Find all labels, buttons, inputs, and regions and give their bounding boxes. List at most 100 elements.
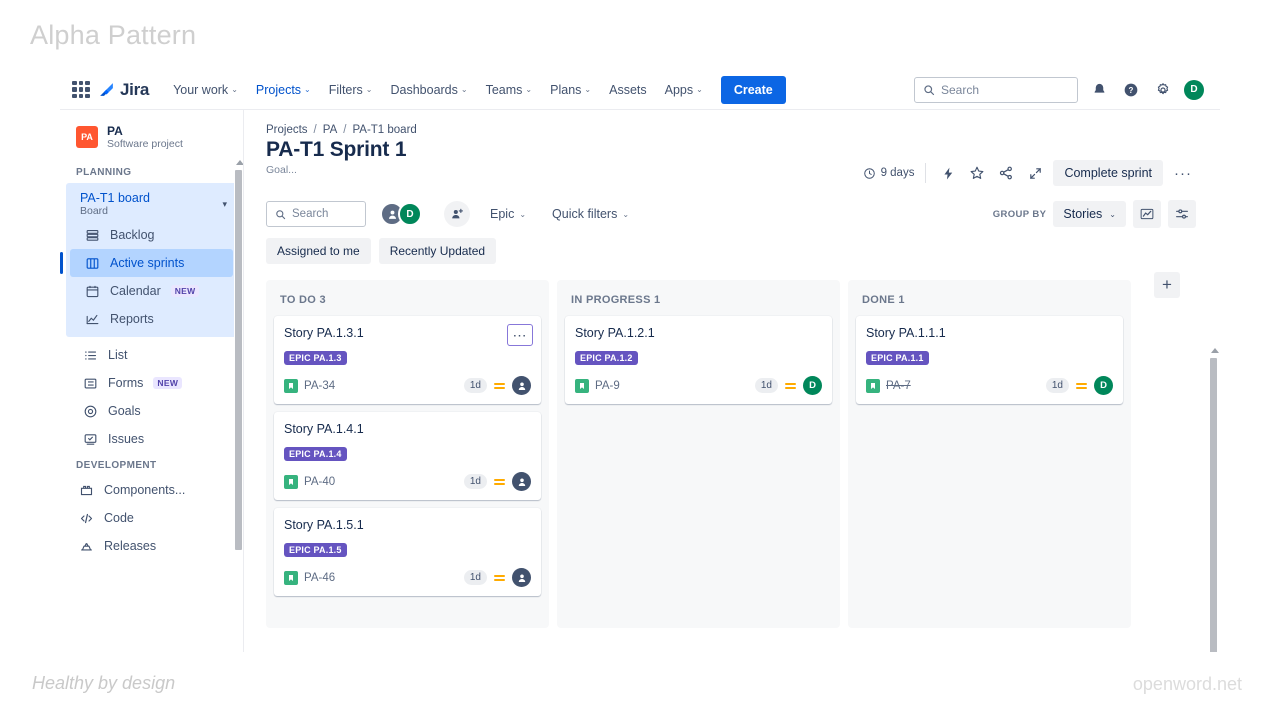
add-column-button[interactable]: +: [1154, 272, 1180, 298]
star-icon[interactable]: [966, 162, 988, 184]
global-search-input[interactable]: Search: [914, 76, 1078, 103]
board-scrollbar[interactable]: [1209, 346, 1219, 652]
chip-assigned-to-me[interactable]: Assigned to me: [266, 238, 371, 264]
sidebar-item-forms[interactable]: Forms NEW: [66, 369, 237, 397]
card-assignee-avatar[interactable]: [512, 472, 531, 491]
help-icon[interactable]: ?: [1120, 79, 1142, 101]
board-card[interactable]: Story PA.1.2.1 EPIC PA.1.2 PA-9 1d D: [565, 316, 832, 404]
sidebar-item-goals[interactable]: Goals: [66, 397, 237, 425]
notifications-icon[interactable]: [1088, 79, 1110, 101]
fullscreen-icon[interactable]: [1024, 162, 1046, 184]
card-more-actions-button[interactable]: ⋯: [507, 324, 533, 346]
board-scroll-thumb[interactable]: [1210, 358, 1217, 652]
search-icon: [276, 209, 286, 219]
board-settings-button[interactable]: [1168, 200, 1196, 228]
person-icon: [518, 478, 525, 486]
chip-recently-updated[interactable]: Recently Updated: [378, 238, 497, 264]
card-title: Story PA.1.3.1: [284, 326, 364, 340]
days-remaining-label: 9 days: [880, 167, 915, 179]
sidebar-item-issues-label: Issues: [108, 432, 145, 447]
sprint-more-actions-button[interactable]: ···: [1170, 160, 1196, 186]
chevron-down-icon: ⌄: [304, 85, 311, 94]
chevron-down-icon: ⌄: [584, 85, 592, 94]
breadcrumb-projects[interactable]: Projects: [266, 124, 308, 136]
sidebar-item-code[interactable]: Code: [64, 504, 239, 532]
sidebar-scrollbar[interactable]: [234, 158, 243, 652]
sidebar-item-issues[interactable]: Issues: [66, 425, 237, 453]
board-card[interactable]: Story PA.1.5.1 EPIC PA.1.5 PA-46 1d: [274, 508, 541, 596]
sidebar-scroll-thumb[interactable]: [235, 170, 242, 550]
board-card[interactable]: Story PA.1.4.1 EPIC PA.1.4 PA-40 1d: [274, 412, 541, 500]
scroll-up-arrow-icon[interactable]: [1210, 348, 1219, 353]
avatar-user-d[interactable]: D: [398, 202, 422, 226]
sidebar-item-list[interactable]: List: [66, 341, 237, 369]
card-issue-key[interactable]: PA-9: [595, 380, 620, 392]
card-assignee-avatar[interactable]: [512, 376, 531, 395]
automation-bolt-icon[interactable]: [937, 162, 959, 184]
sprint-header-actions: 9 days Complete sprint ···: [863, 138, 1196, 186]
board-card[interactable]: Story PA.1.3.1 EPIC PA.1.3 PA-34 1d ⋯: [274, 316, 541, 404]
scroll-up-arrow-icon[interactable]: [235, 160, 243, 165]
quick-filters-dropdown[interactable]: Quick filters ⌄: [546, 202, 635, 226]
card-assignee-avatar[interactable]: D: [1094, 376, 1113, 395]
card-meta: 1d: [463, 376, 531, 395]
sprint-goal[interactable]: Goal...: [266, 164, 406, 176]
nav-plans[interactable]: Plans ⌄: [542, 77, 599, 103]
sidebar-item-active-sprints[interactable]: Active sprints: [60, 249, 233, 278]
sidebar-item-backlog[interactable]: Backlog: [70, 221, 233, 249]
project-header[interactable]: PA PA Software project: [60, 110, 243, 160]
epic-filter-dropdown[interactable]: Epic ⌄: [484, 202, 532, 226]
days-remaining[interactable]: 9 days: [863, 167, 915, 180]
board-card[interactable]: Story PA.1.1.1 EPIC PA.1.1 PA-7 1d D: [856, 316, 1123, 404]
add-people-button[interactable]: [444, 201, 470, 227]
card-epic-badge[interactable]: EPIC PA.1.4: [284, 447, 347, 461]
card-assignee-avatar[interactable]: D: [803, 376, 822, 395]
sidebar-item-reports[interactable]: Reports: [70, 305, 233, 333]
sidebar-item-calendar[interactable]: Calendar NEW: [70, 277, 233, 305]
card-epic-badge[interactable]: EPIC PA.1.2: [575, 351, 638, 365]
group-by-dropdown[interactable]: Stories ⌄: [1053, 201, 1126, 227]
app-switcher-icon[interactable]: [72, 80, 90, 99]
story-type-icon: [284, 570, 298, 585]
nav-projects[interactable]: Projects ⌄: [248, 77, 319, 113]
planning-nav-group: PA-T1 board Board ▾ Backlog Active sprin…: [60, 183, 237, 338]
card-assignee-avatar[interactable]: [512, 568, 531, 587]
goals-icon: [82, 403, 98, 419]
card-issue-key[interactable]: PA-40: [304, 476, 335, 488]
card-issue-key[interactable]: PA-46: [304, 572, 335, 584]
sidebar-development-items: Components... Code Releases: [60, 476, 243, 560]
create-button[interactable]: Create: [720, 75, 786, 104]
sidebar-board-selector[interactable]: PA-T1 board Board ▾: [66, 185, 237, 221]
card-epic-badge[interactable]: EPIC PA.1.5: [284, 543, 347, 557]
card-estimate: 1d: [1045, 378, 1069, 393]
settings-gear-icon[interactable]: [1152, 79, 1174, 101]
nav-apps[interactable]: Apps ⌄: [657, 77, 711, 103]
global-nav-right: Search ? D: [914, 76, 1204, 103]
list-icon: [82, 347, 98, 363]
priority-medium-icon: [494, 382, 505, 389]
nav-filters[interactable]: Filters ⌄: [321, 77, 381, 103]
sidebar-item-components[interactable]: Components...: [64, 476, 239, 504]
forms-icon: [82, 375, 98, 391]
complete-sprint-button[interactable]: Complete sprint: [1053, 160, 1163, 186]
sidebar-item-active-sprints-label: Active sprints: [110, 256, 185, 271]
chevron-down-icon: ▾: [222, 198, 227, 209]
sidebar-item-releases[interactable]: Releases: [64, 532, 239, 560]
share-icon[interactable]: [995, 162, 1017, 184]
nav-filters-label: Filters: [328, 82, 363, 97]
breadcrumb-board[interactable]: PA-T1 board: [352, 124, 416, 136]
insights-button[interactable]: [1133, 200, 1161, 228]
board-search-input[interactable]: Search: [266, 201, 366, 227]
user-avatar[interactable]: D: [1184, 79, 1204, 100]
jira-home-logo[interactable]: Jira: [98, 80, 149, 100]
nav-teams[interactable]: Teams ⌄: [478, 77, 541, 103]
card-issue-key[interactable]: PA-34: [304, 380, 335, 392]
breadcrumb-project[interactable]: PA: [323, 124, 338, 136]
nav-dashboards[interactable]: Dashboards ⌄: [382, 77, 475, 103]
card-epic-badge[interactable]: EPIC PA.1.3: [284, 351, 347, 365]
card-epic-badge[interactable]: EPIC PA.1.1: [866, 351, 929, 365]
nav-your-work[interactable]: Your work ⌄: [165, 77, 246, 103]
nav-assets[interactable]: Assets: [601, 77, 655, 103]
watermark-footer-right: openword.net: [1132, 674, 1242, 694]
card-issue-key[interactable]: PA-7: [886, 380, 911, 392]
